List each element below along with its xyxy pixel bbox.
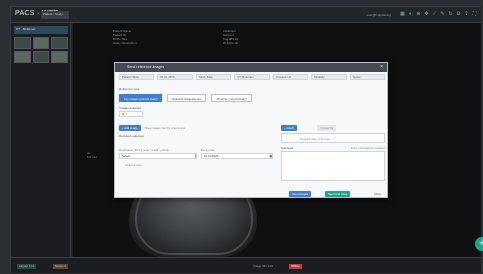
info-cell: Series [349,74,385,80]
optional-note-hint[interactable]: Optional note [125,163,281,167]
window-level-icon[interactable]: ◐ [408,12,413,17]
info-cell: Modality [311,74,347,80]
overlay-mid-left: Ax 5.0 mm [87,151,97,159]
rotate-icon[interactable]: ↻ [448,12,453,17]
series-thumbnail[interactable] [14,37,31,49]
upload-file-button: Upload file [317,125,337,131]
count-label: Images selected [119,106,141,110]
zoom-icon[interactable]: ⊕ [416,12,421,17]
bottom-bar: Layout 1×1 Series 2 Image 48 / 120 Offli… [11,257,481,273]
series-thumbnails [14,37,68,63]
expiry-date-value: 01.01.2025 [204,154,218,158]
radio-selected-images[interactable]: Selected images/series [167,94,207,102]
annotate-icon[interactable]: ✎ [440,12,445,17]
series-thumbnail[interactable] [51,37,68,49]
reference-type-options: Key images (current study) Selected imag… [119,94,252,102]
overlay-slice-thickness: 5.0 mm [87,155,98,159]
series-status[interactable]: Series 2 [53,264,69,269]
info-cell: Patient Name [119,74,155,80]
recipient-section-title: Recipient selection [119,134,145,138]
expiry-date-input[interactable]: 01.01.2025 ▦ [201,153,273,159]
series-thumbnail[interactable] [32,37,50,49]
expiry-date-label: Expiry date [201,148,215,152]
series-panel: CT · Abdomen [11,23,71,257]
file-drop-area[interactable]: Drop file here or browse [281,133,385,143]
viewer-toolbar: user@hospital.org ▦ ◐ ⊕ ✥ ⟋ ✎ ↻ ⚙ ⇪ ⛶ [367,12,477,17]
series-thumbnail[interactable] [51,51,68,63]
overlay-top-right: Institution Series 2 Img 48/120 W:400 L:… [223,29,238,45]
radio-key-images[interactable]: Key images (current study) [119,94,163,102]
overlay-study-desc: Study Description [113,41,137,45]
series-thumbnail[interactable] [32,51,50,63]
calendar-icon[interactable]: ▦ [269,154,272,158]
layout-icon[interactable]: ▦ [400,12,405,17]
overlay-window-level: W:400 L:40 [223,41,239,45]
info-cell: Study Date [195,74,232,80]
info-cell: CT Abdomen [234,74,270,80]
add-image-hint: Drag images into the area below [144,126,185,130]
reference-type-label: Reference type [119,87,140,91]
connection-status-badge: Offline [289,264,302,269]
overlay-top-left: Patient Name Patient ID DOB / Sex Study … [113,29,137,45]
chevron-down-icon: ▾ [194,154,196,158]
drop-hint: Drop file here or browse [300,137,330,141]
pan-icon[interactable]: ✥ [424,12,429,17]
info-cell: 01.01.1970 [157,74,193,80]
comment-label: Comment [281,146,294,150]
radio-all-series[interactable]: All series (current study) [211,94,252,102]
comment-hint: Enter message for recipient [350,146,385,150]
recipient-label: Destination (PACS node / email / portal) [119,148,169,152]
count-value: 1 [125,112,127,116]
comment-textarea[interactable] [281,151,385,181]
info-cell: Accession # [272,74,309,80]
measure-icon[interactable]: ⟋ [432,12,437,17]
top-bar: PACS · WEB Patient · Study user@hospital… [11,7,481,23]
study-info-row: Patient Name 01.01.1970 Study Date CT Ab… [119,74,385,80]
send-images-dialog: Send reference images × Patient Name 01.… [114,62,388,198]
recipient-select[interactable]: Select... ▾ [119,153,197,159]
close-icon[interactable]: × [380,63,383,72]
user-label[interactable]: user@hospital.org [367,13,391,17]
fullscreen-icon[interactable]: ⛶ [472,12,477,17]
recipient-select-value: Select... [122,154,133,158]
add-fab-button[interactable]: + [475,237,483,251]
image-counter: Image 48 / 120 [253,264,274,268]
study-header[interactable]: CT · Abdomen [14,26,68,34]
send-and-close-button[interactable]: Send and close [325,191,351,197]
patient-chip[interactable]: Patient · Study [41,11,69,19]
settings-icon[interactable]: ⚙ [456,12,461,17]
add-image-button[interactable]: + Add image [119,125,141,131]
attachment-section: + Attach Upload file Drop file here or b… [281,125,385,195]
image-count-field: ▣ 1 [119,111,143,117]
attach-button[interactable]: + Attach [281,125,298,131]
recipient-section: + Add image Drag images into the area be… [119,125,281,195]
send-images-button[interactable]: Send images [289,191,312,197]
share-icon[interactable]: ⇪ [464,12,469,17]
layout-status[interactable]: Layout 1×1 [17,264,36,269]
dialog-title: Send reference images [127,65,165,69]
series-thumbnail[interactable] [14,51,31,63]
dialog-header: Send reference images × [115,63,387,72]
close-button[interactable]: Close [371,191,384,197]
